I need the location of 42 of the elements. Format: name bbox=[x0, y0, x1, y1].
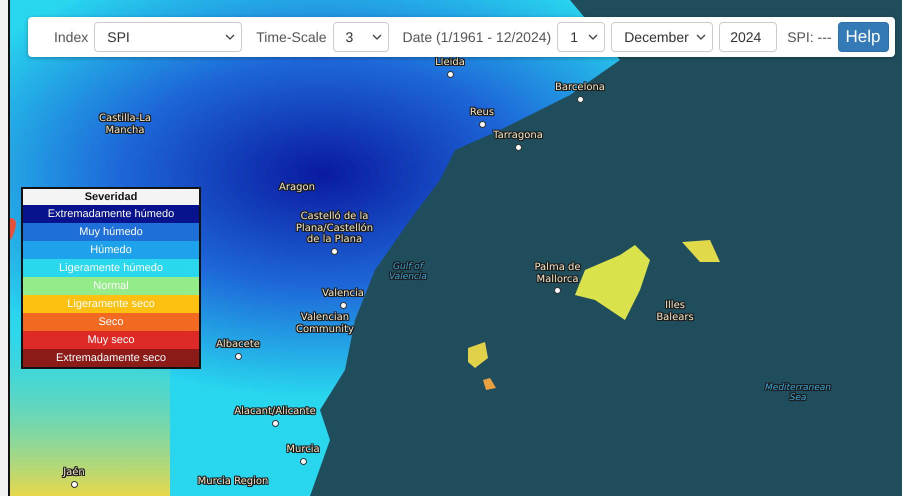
region-label: Valencian Community bbox=[295, 312, 355, 335]
legend-row: Normal bbox=[23, 277, 199, 295]
city-label: Lleida bbox=[435, 57, 465, 68]
chevron-down-icon bbox=[372, 34, 382, 40]
legend-row: Ligeramente seco bbox=[23, 295, 199, 313]
city-label: Albacete bbox=[216, 339, 260, 350]
legend-row: Muy húmedo bbox=[23, 223, 199, 241]
region-label: Illes Balears bbox=[655, 300, 695, 323]
legend-row: Extremadamente seco bbox=[23, 349, 199, 367]
city-label: Jaén bbox=[63, 467, 85, 478]
month-number-select[interactable]: 1 bbox=[557, 22, 606, 52]
index-select[interactable]: SPI bbox=[94, 22, 242, 52]
city-label: Tarragona bbox=[493, 130, 543, 142]
time-scale-label: Time-Scale bbox=[256, 29, 327, 45]
legend-title: Severidad bbox=[23, 189, 199, 205]
city-label: Castelló de la Plana/Castellón de la Plana bbox=[294, 211, 374, 246]
legend-row: Ligeramente húmedo bbox=[23, 259, 199, 277]
date-label: Date (1/1961 - 12/2024) bbox=[402, 29, 552, 45]
region-label: Aragon bbox=[279, 182, 315, 194]
index-label: Index bbox=[54, 29, 88, 45]
help-button[interactable]: Help bbox=[838, 22, 888, 52]
city-label: Barcelona bbox=[555, 82, 605, 94]
region-label: Murcia Region bbox=[198, 476, 268, 488]
year-field[interactable]: 2024 bbox=[719, 22, 778, 52]
city-label: Palma de Mallorca bbox=[533, 262, 582, 285]
time-scale-select[interactable]: 3 bbox=[332, 22, 389, 52]
legend-row: Húmedo bbox=[23, 241, 199, 259]
city-label: Alacant/Alicante bbox=[234, 406, 316, 418]
city-label: Murcia bbox=[286, 444, 320, 456]
month-select[interactable]: December bbox=[611, 22, 714, 52]
chevron-down-icon bbox=[696, 34, 706, 40]
legend-row: Extremadamente húmedo bbox=[23, 205, 199, 223]
sea-label: Gulf of Valencia bbox=[388, 262, 428, 283]
legend-row: Muy seco bbox=[23, 331, 199, 349]
spi-reading: SPI: --- bbox=[787, 29, 832, 45]
legend-row: Seco bbox=[23, 313, 199, 331]
region-label: Castilla-La Mancha bbox=[98, 113, 152, 136]
city-label: Reus bbox=[470, 107, 494, 118]
sea-label: Mediterranean Sea bbox=[764, 383, 832, 404]
chevron-down-icon bbox=[588, 34, 598, 40]
city-label: Valencia bbox=[322, 288, 364, 300]
chevron-down-icon bbox=[225, 34, 236, 40]
